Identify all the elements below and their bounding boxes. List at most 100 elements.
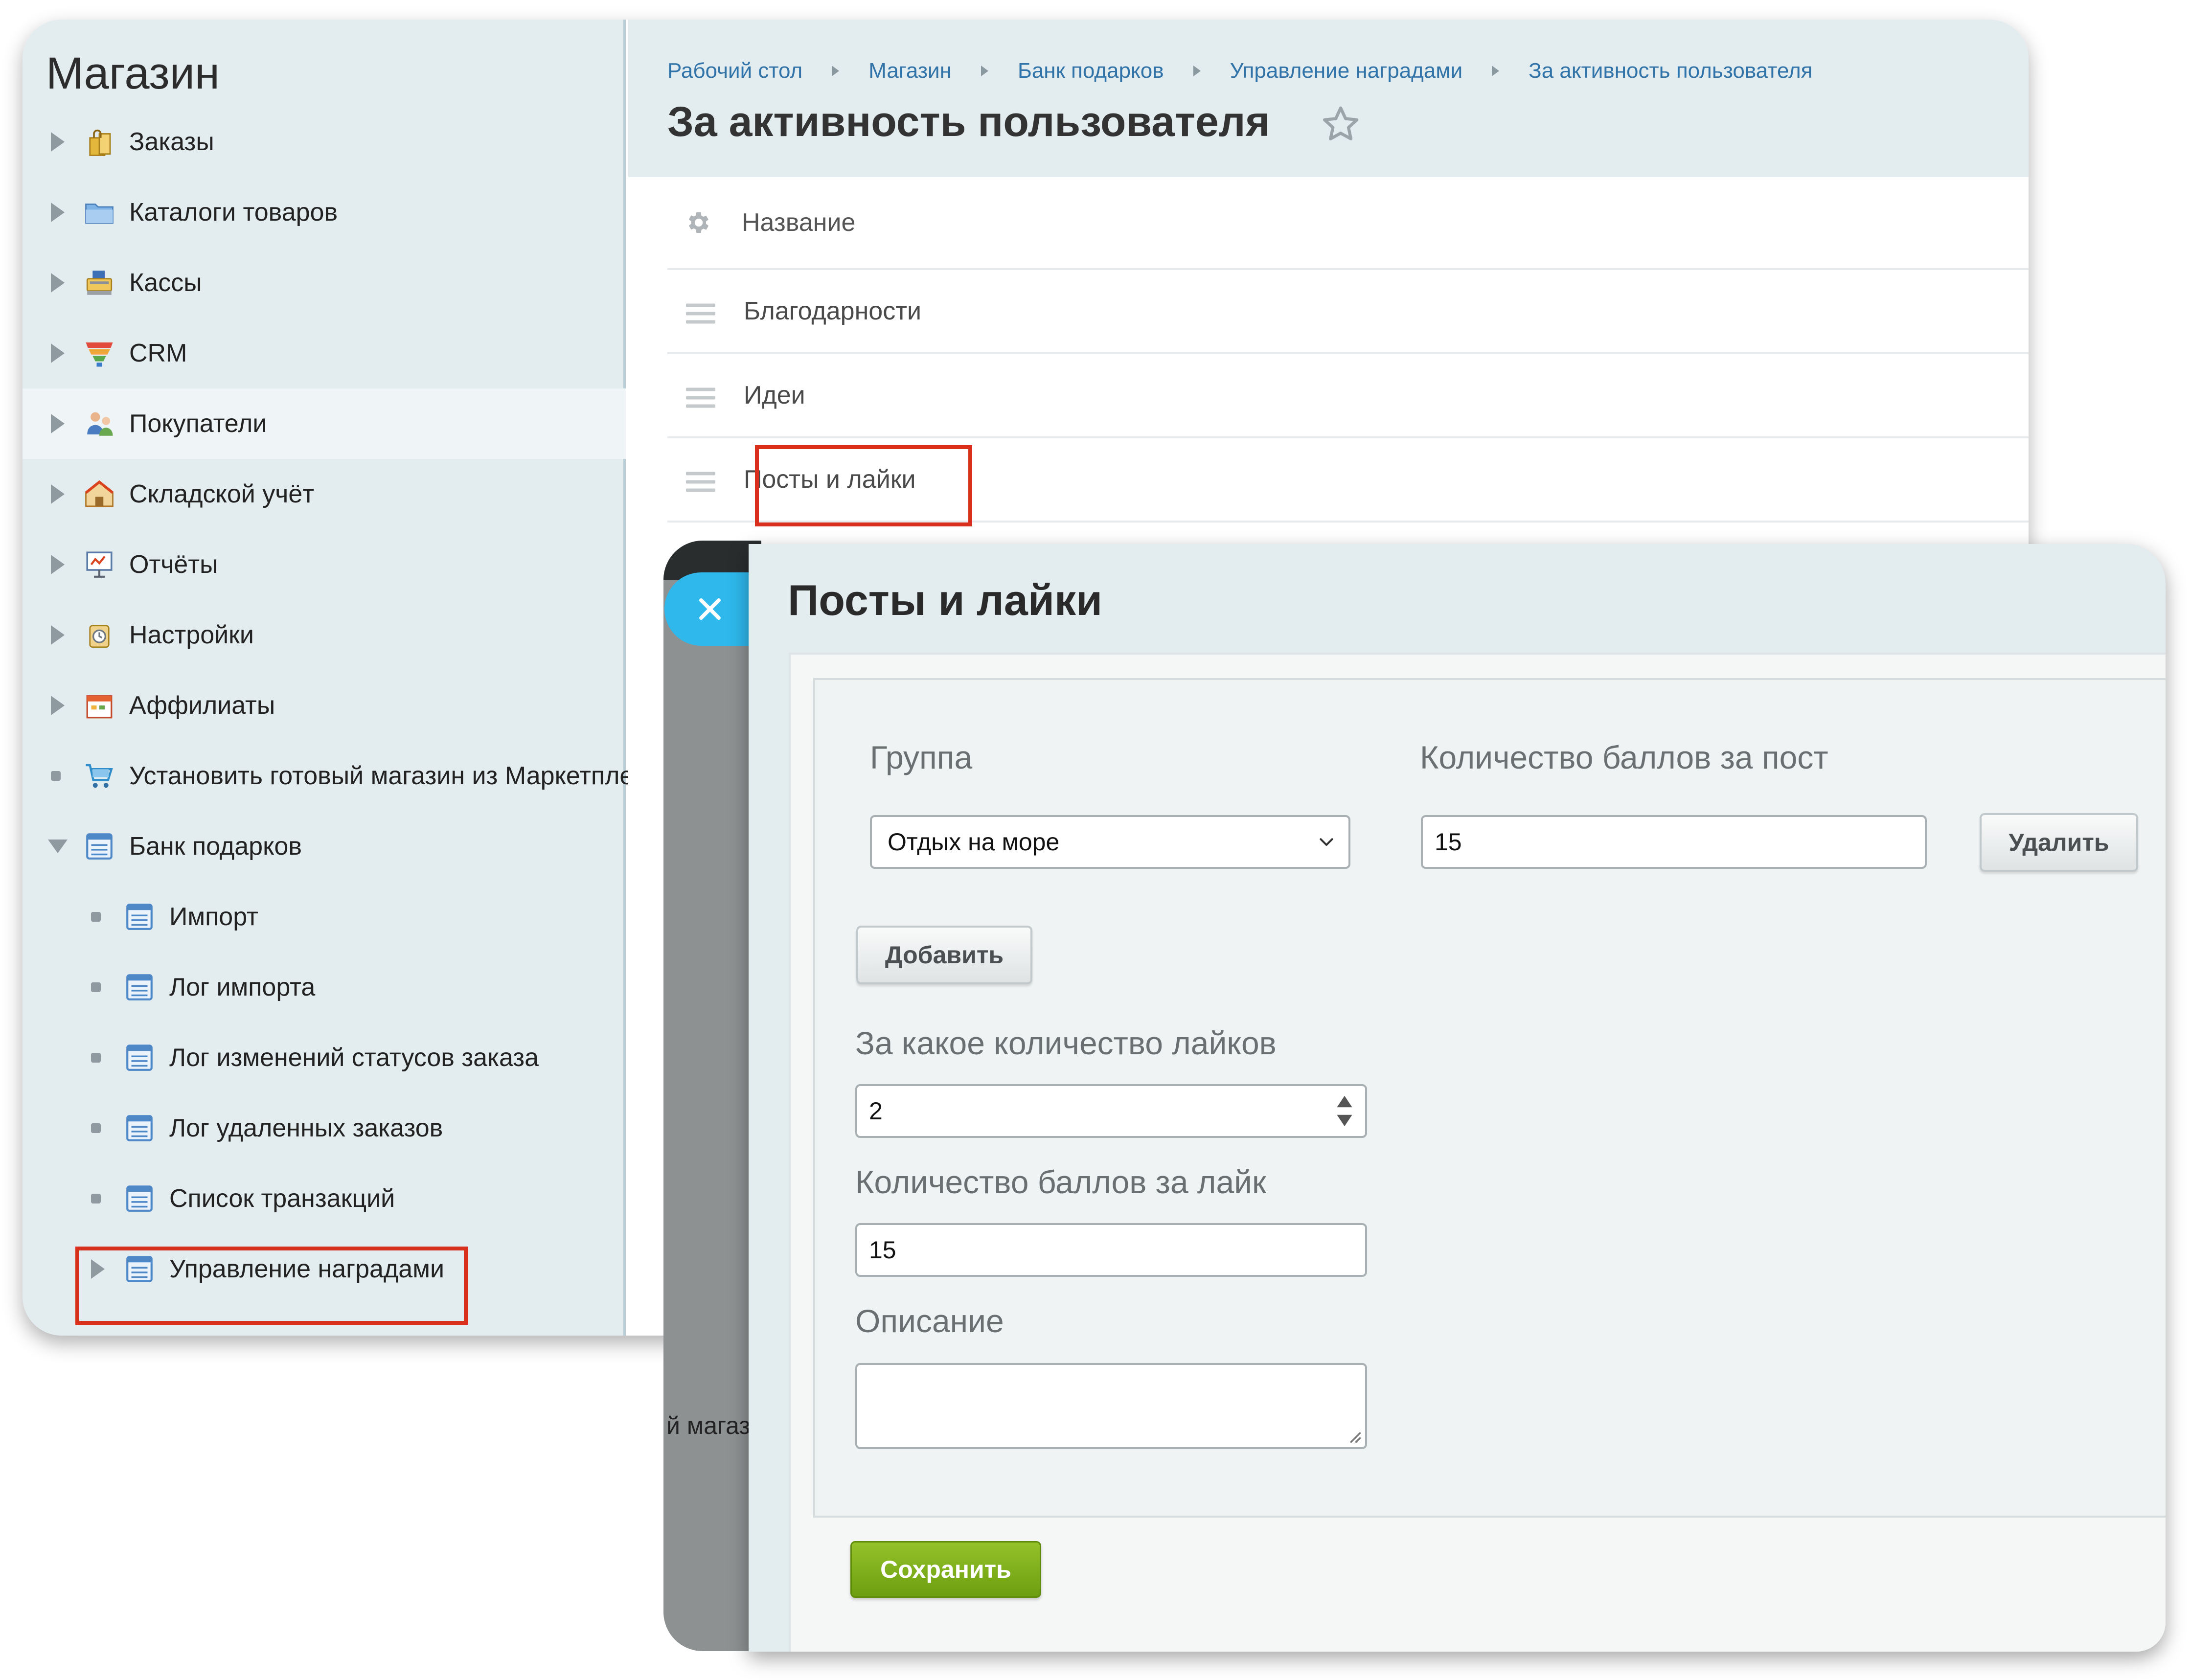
list-row[interactable]: Идеи [667,354,2029,438]
points-per-post-input[interactable] [1421,815,1927,869]
drag-handle-icon[interactable] [686,387,715,413]
likes-count-value: 2 [869,1097,883,1125]
sidebar-item[interactable]: CRM [23,318,626,388]
calendar-icon [86,695,113,719]
row-label: Благодарности [744,297,922,325]
expand-arrow-icon[interactable] [51,555,65,574]
sidebar-item-label: Кассы [129,269,202,297]
breadcrumb-link[interactable]: Банк подарков [1018,59,1164,83]
column-header-name[interactable]: Название [742,208,855,237]
breadcrumb-link[interactable]: За активность пользователя [1529,59,1812,83]
sidebar-item[interactable]: Отчёты [23,529,626,600]
close-button[interactable] [664,572,762,646]
settings-icon [89,625,110,648]
bullet-icon[interactable] [91,912,101,922]
list-page-icon [126,1044,153,1071]
form-card: Группа Количество баллов за пост Отдых н… [813,678,2166,1518]
breadcrumb-separator-icon [1193,66,1201,76]
description-textarea[interactable] [855,1363,1367,1449]
list-page-icon [126,904,153,930]
sidebar: Магазин Заказы Каталоги товаров Кассы CRM По… [23,20,661,1336]
bullet-icon[interactable] [91,1194,101,1203]
slider-panel: Посты и лайки Группа Количество баллов з… [749,544,2166,1652]
breadcrumb-link[interactable]: Управление наградами [1230,59,1463,83]
expand-arrow-icon[interactable] [51,132,65,152]
sidebar-item[interactable]: Настройки [23,600,626,670]
sidebar-item[interactable]: Кассы [23,248,626,318]
expand-arrow-icon[interactable] [51,414,65,433]
save-button[interactable]: Сохранить [850,1541,1041,1598]
sidebar-item-label: Складской учёт [129,480,315,508]
star-icon[interactable] [1320,104,1361,145]
delete-button[interactable]: Удалить [1980,813,2138,872]
sidebar-title: Магазин [46,48,220,98]
sidebar-item-label: Каталоги товаров [129,198,338,227]
gear-icon[interactable] [685,209,712,236]
bullet-icon[interactable] [91,1123,101,1133]
chevron-down-icon [1320,838,1333,846]
sidebar-item[interactable]: Список транзакций [23,1163,626,1234]
cart-icon [86,764,113,788]
breadcrumb-link[interactable]: Магазин [868,59,952,83]
breadcrumb: Рабочий стол Магазин Банк подарков Управлен… [667,59,1812,88]
sidebar-item-label: Установить готовый магазин из Маркетплей… [129,762,661,790]
group-label: Группа [870,739,973,775]
folder-icon [85,204,114,224]
expand-arrow-icon[interactable] [51,625,65,645]
close-icon [699,598,721,620]
breadcrumb-separator-icon [832,66,840,76]
points-per-like-label: Количество баллов за лайк [855,1164,1266,1200]
warehouse-icon [85,480,114,507]
bullet-icon[interactable] [91,1053,101,1063]
sidebar-item-label: Лог изменений статусов заказа [169,1044,539,1072]
sidebar-item[interactable]: Банк подарков [23,811,626,882]
sidebar-item[interactable]: Покупатели [23,388,626,459]
overlay-backdrop[interactable]: ге й магаз [663,541,761,1651]
sidebar-item[interactable]: Аффилиаты [23,670,626,741]
list-page-icon [86,833,113,860]
page-header: Рабочий стол Магазин Банк подарков Управлен… [628,20,2029,177]
expand-arrow-icon[interactable] [51,484,65,504]
drag-handle-icon[interactable] [686,303,715,329]
sidebar-item[interactable]: Лог изменений статусов заказа [23,1022,626,1093]
expand-arrow-icon[interactable] [51,696,65,715]
sidebar-item-label: Лог импорта [169,973,316,1001]
overlay-text-fragment: й магаз [666,1412,751,1439]
breadcrumb-link[interactable]: Рабочий стол [667,59,802,83]
bullet-icon[interactable] [51,771,61,781]
sidebar-item-label: CRM [129,339,187,367]
panel-body: Группа Количество баллов за пост Отдых н… [789,653,2166,1652]
expand-arrow-icon[interactable] [51,203,65,222]
expand-arrow-icon[interactable] [51,343,65,363]
add-button[interactable]: Добавить [856,926,1032,984]
expand-arrow-icon[interactable] [51,273,65,293]
group-select[interactable]: Отдых на море [870,815,1350,869]
list-page-icon [126,1115,153,1141]
resize-grip-icon[interactable] [1346,1428,1362,1444]
breadcrumb-separator-icon [1492,66,1500,76]
report-board-icon [86,551,113,578]
sidebar-item[interactable]: Лог удаленных заказов [23,1093,626,1163]
list-page-icon [126,974,153,1000]
likes-count-stepper[interactable]: 2 [855,1084,1367,1138]
sidebar-item[interactable]: Лог импорта [23,952,626,1022]
points-per-like-input[interactable] [855,1223,1367,1277]
list-row[interactable]: Благодарности [667,270,2029,354]
panel-title: Посты и лайки [788,576,1103,624]
sidebar-item[interactable]: Импорт [23,882,626,952]
sidebar-item[interactable]: Установить готовый магазин из Маркетплей… [23,741,661,811]
bullet-icon[interactable] [91,982,101,992]
sidebar-item-label: Банк подарков [129,832,302,861]
customers-icon [87,412,113,436]
list-header-row: Название [667,177,2029,270]
drag-handle-icon[interactable] [686,472,715,497]
sidebar-item-label: Настройки [129,621,254,649]
spinner-arrows-icon[interactable] [1335,1094,1354,1128]
collapse-arrow-icon[interactable] [48,840,68,853]
sidebar-item[interactable]: Складской учёт [23,459,626,529]
sidebar-item-label: Аффилиаты [129,691,275,720]
description-label: Описание [855,1303,1004,1339]
sidebar-item[interactable]: Каталоги товаров [23,177,626,248]
sidebar-item[interactable]: Заказы [23,107,626,177]
breadcrumb-separator-icon [981,66,988,76]
